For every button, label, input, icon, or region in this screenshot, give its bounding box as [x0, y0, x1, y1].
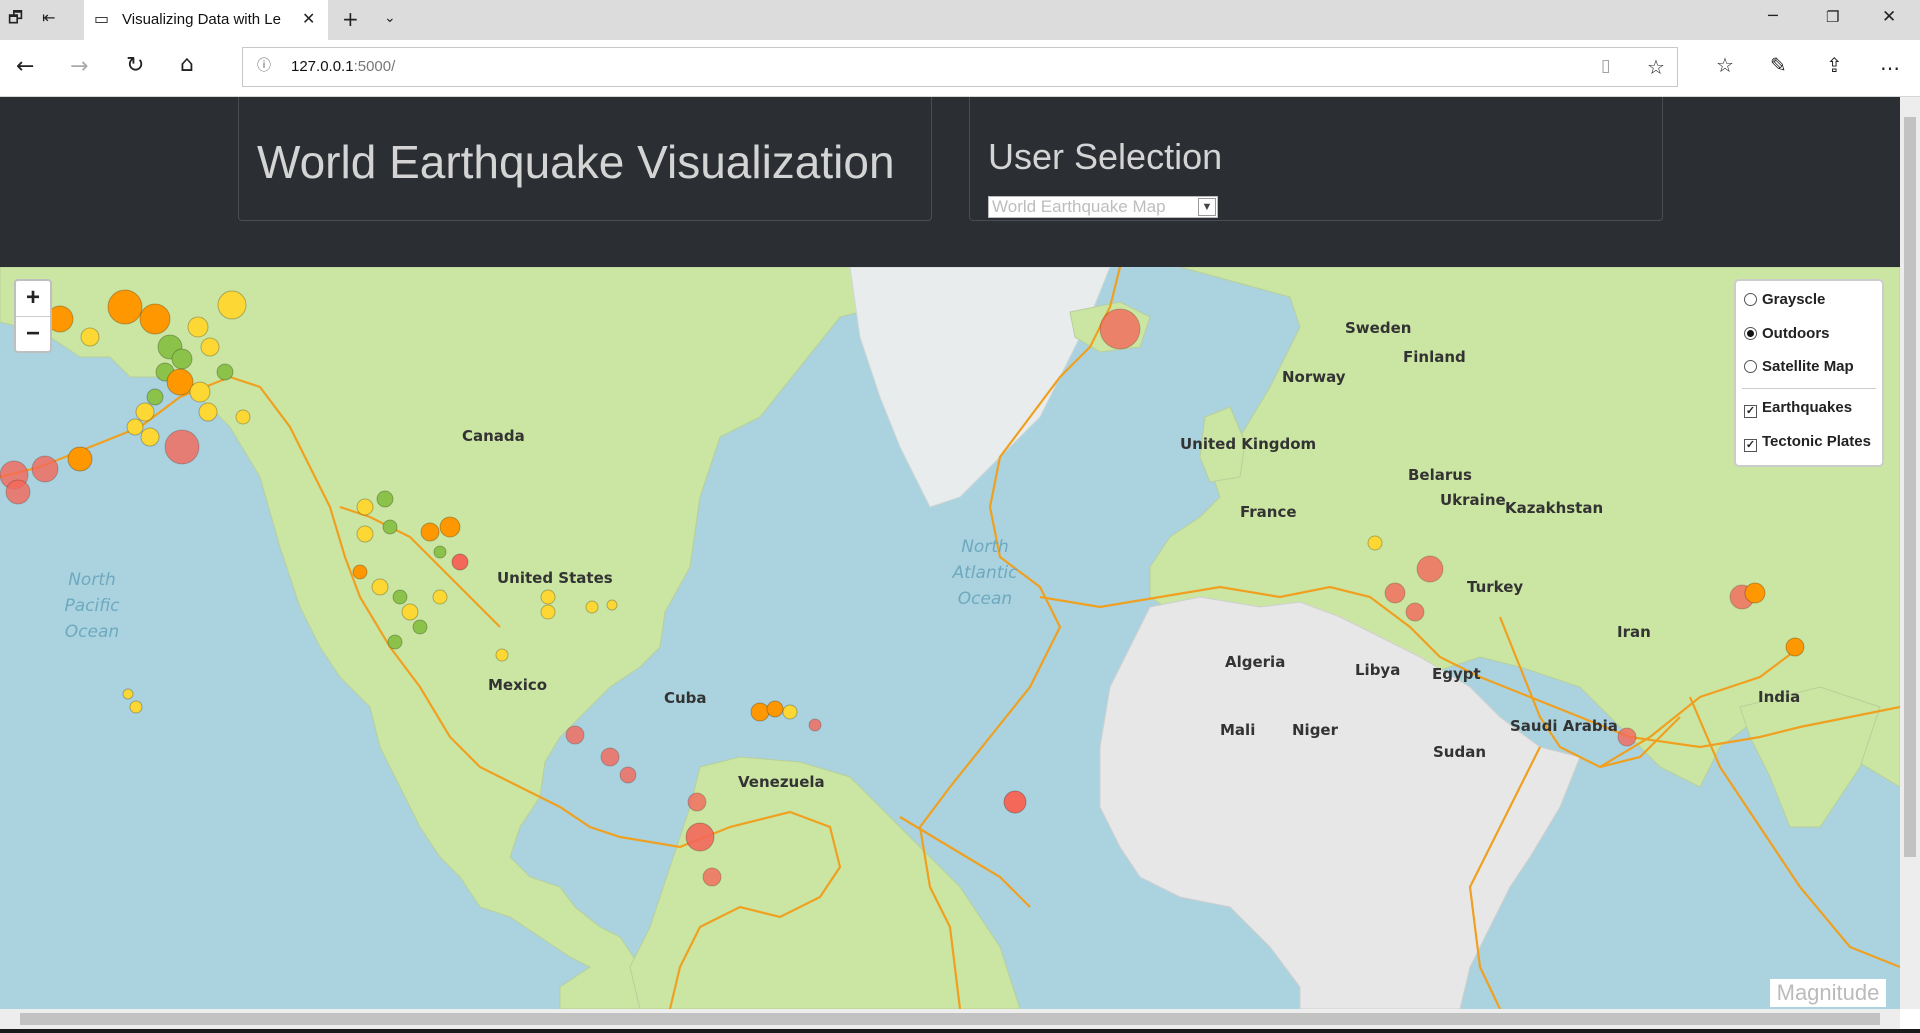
url-path: :5000/: [353, 58, 396, 75]
svg-text:Mali: Mali: [1220, 721, 1255, 739]
vertical-scrollbar[interactable]: [1900, 97, 1920, 1009]
overlay-option-earthquakes[interactable]: ✓ Earthquakes: [1744, 399, 1852, 418]
svg-text:Sudan: Sudan: [1433, 743, 1486, 761]
page-icon: ▭: [94, 9, 110, 28]
overlay-option-tectonic-plates[interactable]: ✓ Tectonic Plates: [1744, 433, 1871, 452]
tab-list-chevron-icon[interactable]: ⌄: [384, 11, 396, 25]
site-info-icon[interactable]: ⓘ: [257, 59, 271, 73]
svg-text:North: North: [68, 570, 116, 590]
browser-tab[interactable]: ▭ Visualizing Data with Le ✕: [84, 0, 328, 40]
svg-text:Belarus: Belarus: [1408, 466, 1472, 484]
tab-actions-icon[interactable]: 🗗: [8, 10, 23, 26]
zoom-control: + −: [14, 279, 52, 353]
magnitude-legend: Magnitude: [1770, 979, 1886, 1007]
svg-text:Egypt: Egypt: [1432, 665, 1481, 683]
map-select-value: World Earthquake Map: [992, 197, 1166, 216]
svg-text:United States: United States: [497, 569, 613, 587]
chevron-down-icon[interactable]: ▼: [1198, 198, 1216, 216]
title-card: World Earthquake Visualization: [238, 97, 932, 221]
layer-option-satellite[interactable]: Satellite Map: [1744, 358, 1854, 375]
forward-icon[interactable]: →: [70, 56, 88, 78]
svg-text:North: North: [961, 537, 1009, 557]
set-aside-tabs-icon[interactable]: ⇤: [42, 10, 55, 26]
refresh-icon[interactable]: ↻: [126, 55, 144, 77]
svg-text:Cuba: Cuba: [664, 689, 707, 707]
svg-text:Libya: Libya: [1355, 661, 1400, 679]
svg-text:Atlantic: Atlantic: [952, 563, 1019, 583]
close-window-icon[interactable]: ✕: [1882, 9, 1896, 26]
vertical-scroll-thumb[interactable]: [1904, 117, 1916, 857]
svg-text:France: France: [1240, 503, 1297, 521]
layer-option-outdoors[interactable]: Outdoors: [1744, 325, 1830, 342]
tab-title: Visualizing Data with Le: [122, 11, 281, 28]
url-host: 127.0.0.1: [291, 58, 354, 75]
home-icon[interactable]: ⌂: [180, 54, 194, 76]
svg-text:Kazakhstan: Kazakhstan: [1505, 499, 1603, 517]
checkbox-checked-icon[interactable]: ✓: [1744, 405, 1757, 418]
page-header: World Earthquake Visualization User Sele…: [0, 97, 1900, 267]
layer-label: Outdoors: [1762, 325, 1830, 342]
radio-icon[interactable]: [1744, 360, 1757, 373]
radio-selected-icon[interactable]: [1744, 327, 1757, 340]
more-icon[interactable]: …: [1880, 53, 1900, 73]
layer-label: Grayscle: [1762, 291, 1826, 308]
svg-text:Finland: Finland: [1403, 348, 1466, 366]
browser-tab-bar: 🗗 ⇤ ▭ Visualizing Data with Le ✕ + ⌄ ─ ❐…: [0, 0, 1920, 40]
svg-text:Turkey: Turkey: [1467, 578, 1523, 596]
svg-text:Ocean: Ocean: [958, 589, 1012, 609]
layer-control: Grayscle Outdoors Satellite Map ✓ Earthqu…: [1734, 279, 1884, 467]
new-tab-icon[interactable]: +: [342, 9, 359, 29]
svg-text:Ocean: Ocean: [65, 622, 119, 642]
back-icon[interactable]: ←: [16, 56, 34, 78]
page-title: World Earthquake Visualization: [257, 136, 895, 188]
notes-icon[interactable]: ✎: [1770, 55, 1787, 75]
svg-text:United Kingdom: United Kingdom: [1180, 435, 1316, 453]
page-content: World Earthquake Visualization User Sele…: [0, 97, 1900, 1009]
svg-text:Niger: Niger: [1292, 721, 1339, 739]
svg-text:Venezuela: Venezuela: [738, 773, 825, 791]
world-map[interactable]: Canada United States Mexico Cuba Venezue…: [0, 267, 1900, 1009]
selection-card: User Selection World Earthquake Map ▼: [969, 97, 1663, 221]
zoom-out-button[interactable]: −: [16, 317, 50, 352]
svg-text:Sweden: Sweden: [1345, 319, 1411, 337]
svg-text:Canada: Canada: [462, 427, 525, 445]
url-text: 127.0.0.1:5000/: [291, 58, 395, 75]
horizontal-scrollbar[interactable]: [0, 1009, 1900, 1029]
overlay-label: Earthquakes: [1762, 399, 1853, 416]
layer-option-grayscale[interactable]: Grayscle: [1744, 291, 1825, 308]
layer-divider: [1742, 388, 1876, 389]
svg-text:Saudi Arabia: Saudi Arabia: [1510, 717, 1618, 735]
close-tab-icon[interactable]: ✕: [302, 11, 315, 27]
address-bar[interactable]: ⓘ 127.0.0.1:5000/ ▯ ☆: [242, 47, 1678, 87]
map-select[interactable]: World Earthquake Map ▼: [988, 196, 1218, 218]
layer-label: Satellite Map: [1762, 358, 1854, 375]
radio-icon[interactable]: [1744, 293, 1757, 306]
svg-text:Norway: Norway: [1282, 368, 1346, 386]
taskbar-edge: [0, 1029, 1920, 1033]
favorites-icon[interactable]: ☆: [1716, 55, 1734, 75]
map-canvas[interactable]: Canada United States Mexico Cuba Venezue…: [0, 267, 1900, 1009]
share-icon[interactable]: ⇪: [1826, 55, 1843, 75]
svg-text:Pacific: Pacific: [64, 596, 120, 616]
svg-text:Algeria: Algeria: [1225, 653, 1285, 671]
selection-title: User Selection: [988, 136, 1223, 177]
reading-view-icon[interactable]: ▯: [1601, 58, 1610, 75]
zoom-in-button[interactable]: +: [16, 281, 50, 317]
svg-text:Ukraine: Ukraine: [1440, 491, 1506, 509]
add-favorite-icon[interactable]: ☆: [1647, 57, 1665, 77]
restore-icon[interactable]: ❐: [1826, 10, 1839, 25]
overlay-label: Tectonic Plates: [1762, 433, 1871, 450]
svg-text:Iran: Iran: [1617, 623, 1651, 641]
checkbox-checked-icon[interactable]: ✓: [1744, 439, 1757, 452]
svg-text:India: India: [1758, 688, 1800, 706]
horizontal-scroll-thumb[interactable]: [20, 1013, 1880, 1025]
svg-text:Mexico: Mexico: [488, 676, 547, 694]
minimize-icon[interactable]: ─: [1768, 8, 1778, 24]
